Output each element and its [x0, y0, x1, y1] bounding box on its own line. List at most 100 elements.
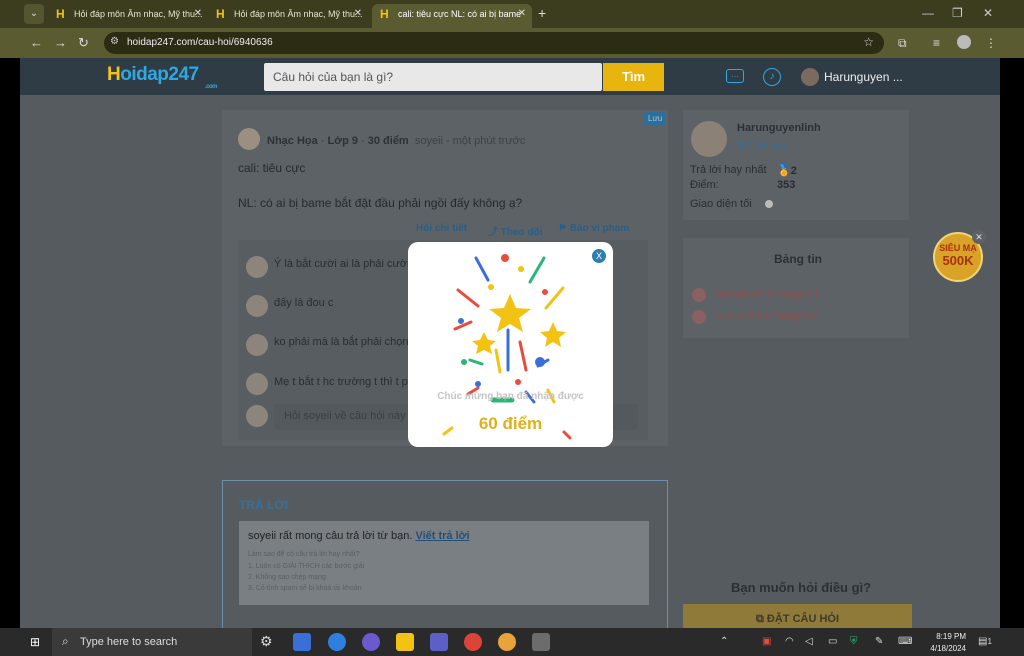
volume-icon[interactable]: ◁	[805, 636, 813, 647]
best-answer-label: Trả lời hay nhất	[690, 164, 767, 176]
report-link[interactable]: ⚑ Báo vi phạm	[558, 223, 629, 234]
clock[interactable]: 8:19 PM 4/18/2024	[922, 631, 966, 655]
site-logo[interactable]: Hoidap247 .com	[107, 64, 218, 90]
answer-message: soyeii rất mong câu trả lời từ bạn. Viết…	[248, 530, 470, 542]
asker-avatar[interactable]	[238, 128, 260, 150]
keyboard-icon[interactable]: ⌨	[898, 636, 912, 647]
search-input[interactable]: Câu hỏi của bạn là gì?	[264, 63, 602, 91]
points-row-label: Điểm:	[690, 179, 719, 191]
question-line-2: NL: có ai bị bame bắt đặt đầu phải ngồi …	[238, 196, 523, 210]
comment-text: đấy là đou c	[274, 297, 334, 309]
back-icon[interactable]: ←	[30, 35, 43, 50]
battery-icon[interactable]: ▭	[828, 636, 837, 647]
ask-button-label: ĐẶT CÂU HỎI	[766, 613, 840, 625]
security-icon[interactable]: ⛨	[850, 636, 858, 647]
comment-avatar[interactable]	[246, 373, 268, 395]
bookmark-star-icon[interactable]: ☆	[863, 35, 874, 49]
omnibox[interactable]: ⚙ hoidap247.com/cau-hoi/6940636 ☆	[104, 32, 884, 54]
chrome-profile-icon[interactable]	[498, 633, 516, 651]
window-close-icon[interactable]: ✕	[983, 6, 993, 20]
tab-1[interactable]: H Hỏi đáp môn Âm nhạc, Mỹ thu... ✕	[48, 4, 208, 28]
popup-close-button[interactable]: X	[592, 249, 606, 263]
comment-avatar[interactable]	[246, 256, 268, 278]
restore-icon[interactable]: ❐	[952, 6, 963, 20]
promo-line-2: 500K	[942, 253, 974, 268]
news-item[interactable]: Group FB Hoidap247	[714, 311, 818, 323]
close-tab-icon[interactable]: ✕	[518, 4, 526, 24]
points-row-value: 353	[777, 179, 796, 191]
news-item[interactable]: Broadcast Hoidap247	[714, 289, 820, 301]
taskbar-search[interactable]: ⌕ Type here to search	[52, 628, 252, 656]
answer-tip: 1. Luôn có GIẢI THÍCH các bước giải	[248, 563, 365, 570]
user-menu[interactable]: Harunguyen ...	[824, 70, 903, 84]
my-avatar	[246, 405, 268, 427]
new-tab-icon[interactable]: +	[538, 5, 546, 21]
close-tab-icon[interactable]: ✕	[194, 4, 202, 24]
tab-strip: ⌄ H Hỏi đáp môn Âm nhạc, Mỹ thu... ✕ H H…	[0, 0, 1024, 28]
ask-icon: ⧉	[755, 613, 767, 625]
profile-name[interactable]: Harunguyenlinh	[737, 122, 821, 134]
antivirus-icon[interactable]: ▣	[762, 636, 771, 647]
minimize-icon[interactable]: —	[922, 6, 934, 20]
save-badge[interactable]: Lưu	[644, 112, 667, 125]
news-title: Bảng tin	[774, 252, 822, 266]
logo-text: oidap247	[120, 64, 199, 85]
url-text: hoidap247.com/cau-hoi/6940636	[127, 37, 273, 48]
tray-chevron-icon[interactable]: ⌃	[720, 636, 728, 647]
zalo-icon[interactable]	[328, 633, 346, 651]
question-line-1: cali: tiêu cực	[238, 161, 306, 175]
comment-avatar[interactable]	[246, 334, 268, 356]
active-app-icon[interactable]	[532, 633, 550, 651]
copilot-icon[interactable]	[362, 633, 380, 651]
chrome-icon[interactable]	[464, 633, 482, 651]
follow-link[interactable]: ⤴ Theo dõi	[488, 223, 542, 238]
theme-label: Giao diện tối	[690, 198, 752, 210]
write-answer-link[interactable]: Viết trả lời	[415, 530, 469, 542]
file-explorer-icon[interactable]	[396, 633, 414, 651]
comment-avatar[interactable]	[246, 295, 268, 317]
wifi-icon[interactable]: ◠	[785, 636, 794, 647]
reward-points: 60 điểm	[478, 414, 543, 433]
teams-icon[interactable]	[430, 633, 448, 651]
ask-detail-link[interactable]: Hỏi chi tiết	[416, 223, 467, 234]
grade-label[interactable]: Lớp 9	[328, 135, 358, 147]
tab-search-button[interactable]: ⌄	[24, 4, 44, 24]
chat-icon[interactable]: …	[726, 69, 744, 83]
tab-title: cali: tiêu cực NL: có ai bị bame	[398, 9, 522, 19]
comment-text: Ý là bắt cười ai là phải cười n	[274, 258, 419, 270]
extensions-icon[interactable]: ⧉	[898, 36, 907, 51]
tab-title: Hỏi đáp môn Âm nhạc, Mỹ thu...	[234, 9, 363, 19]
task-view-icon[interactable]	[293, 633, 311, 651]
site-header: Hoidap247 .com Câu hỏi của bạn là gì? Tìm…	[20, 58, 1000, 95]
subject-label[interactable]: Nhạc Họa	[267, 135, 318, 147]
tab-active[interactable]: H cali: tiêu cực NL: có ai bị bame ✕	[372, 4, 532, 28]
tab-2[interactable]: H Hỏi đáp môn Âm nhạc, Mỹ thu... ✕	[208, 4, 368, 28]
notification-count: 1	[987, 637, 992, 646]
ask-title: Bạn muốn hỏi điều gì?	[731, 580, 872, 595]
menu-icon[interactable]: ⋮	[985, 36, 997, 50]
promo-close-icon[interactable]: ✕	[972, 230, 986, 244]
profile-rank: ✪ Tích cực	[737, 141, 787, 152]
forward-icon[interactable]: →	[54, 35, 67, 50]
profile-avatar-large[interactable]	[691, 121, 727, 157]
bell-icon[interactable]: ♪	[763, 68, 781, 86]
pen-icon[interactable]: ✎	[875, 636, 883, 647]
reload-icon[interactable]: ↻	[78, 35, 89, 51]
profile-rank-label: Tích cực	[747, 141, 787, 152]
avatar[interactable]	[801, 68, 819, 86]
answer-tip: 3. Cố tình spam sẽ bị khoá tài khoản	[248, 585, 362, 592]
windows-start-icon[interactable]: ⊞	[30, 635, 44, 649]
ask-question-button[interactable]: ⧉ ĐẶT CÂU HỎI	[683, 604, 912, 628]
settings-icon[interactable]: ⚙	[260, 633, 278, 651]
notification-icon[interactable]: ▤1	[978, 636, 992, 647]
media-icon[interactable]: ≡	[933, 36, 940, 50]
news-icon	[692, 310, 706, 324]
dark-mode-toggle[interactable]	[765, 200, 773, 208]
search-button[interactable]: Tìm	[603, 63, 664, 91]
search-icon: ⌕	[62, 634, 69, 648]
hoidap-favicon-icon: H	[56, 7, 65, 21]
answer-prompt: soyeii rất mong câu trả lời từ bạn.	[248, 530, 413, 542]
close-tab-icon[interactable]: ✕	[354, 4, 362, 24]
site-info-icon[interactable]: ⚙	[110, 36, 119, 47]
profile-avatar[interactable]	[957, 35, 971, 49]
